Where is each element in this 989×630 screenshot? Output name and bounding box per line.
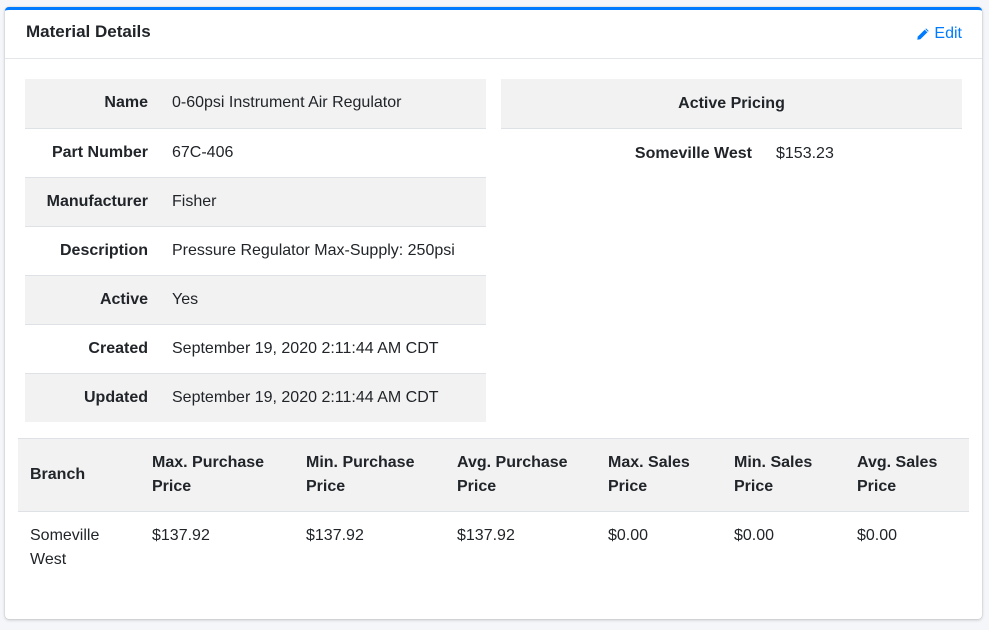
table-cell: $137.92 [457,527,515,544]
detail-label: Part Number [25,127,172,177]
detail-row: Active Yes [25,274,486,324]
pencil-icon [917,28,930,40]
column-header: Min. Purchase Price [294,438,445,512]
table-cell: $0.00 [608,527,649,544]
detail-value: Pressure Regulator Max-Supply: 250psi [172,225,486,275]
branch-pricing-table: Branch Max. Purchase Price Min. Purchase P… [18,438,969,584]
pricing-row: Someville West $153.23 [501,128,962,178]
table-cell: $0.00 [857,527,898,544]
detail-label: Description [25,225,172,275]
detail-label: Name [104,94,148,112]
branch-pricing-table-container: Branch Max. Purchase Price Min. Purchase P… [18,438,969,584]
detail-label: Created [25,323,172,373]
pricing-branch-label: Someville West [634,144,752,162]
detail-value: 67C-406 [172,127,486,177]
details-table: Name 0-60psi Instrument Air Regulator Part… [25,79,486,422]
card-title: Material Details [26,22,151,41]
column-header: Max. Purchase Price [140,438,294,512]
detail-value: 0-60psi Instrument Air Regulator [172,94,402,112]
column-header: Avg. Purchase Price [445,438,596,512]
detail-value: Yes [172,274,486,324]
column-header: Min. Sales Price [722,438,845,512]
detail-value: September 19, 2020 2:11:44 AM CDT [172,323,486,373]
card-header: Material Details Edit [5,10,982,59]
table-cell: $0.00 [734,527,775,544]
detail-row: Part Number 67C-406 [25,127,486,177]
detail-row: Manufacturer Fisher [25,176,486,226]
detail-row: Created September 19, 2020 2:11:44 AM CDT [25,323,486,373]
detail-row: Name 0-60psi Instrument Air Regulator [25,79,486,128]
table-cell: $137.92 [306,527,364,544]
detail-label: Manufacturer [25,176,172,226]
detail-label: Updated [25,372,172,422]
material-details-card: Material Details Edit Name 0-60psi Instru… [5,7,982,619]
table-cell: Someville West [30,527,100,568]
column-header: Max. Sales Price [596,438,722,512]
details-table-container: Name 0-60psi Instrument Air Regulator Part… [25,79,486,422]
pricing-value: $153.23 [776,144,834,162]
detail-value: Fisher [172,176,486,226]
detail-label: Active [25,274,172,324]
detail-row: Updated September 19, 2020 2:11:44 AM CDT [25,372,486,422]
active-pricing-panel: Active Pricing Someville West $153.23 [501,79,962,178]
edit-label: Edit [934,25,962,42]
table-cell: $137.92 [152,527,210,544]
column-header: Avg. Sales Price [845,438,969,512]
table-row: Someville West $137.92 $137.92 $137.92 $0.00… [18,512,969,585]
detail-value: September 19, 2020 2:11:44 AM CDT [172,372,486,422]
column-header: Branch [18,438,140,512]
table-header-row: Branch Max. Purchase Price Min. Purchase P… [18,438,969,512]
edit-link[interactable]: Edit [916,25,962,43]
active-pricing-title: Active Pricing [501,79,962,128]
detail-row: Description Pressure Regulator Max-Supply… [25,225,486,275]
